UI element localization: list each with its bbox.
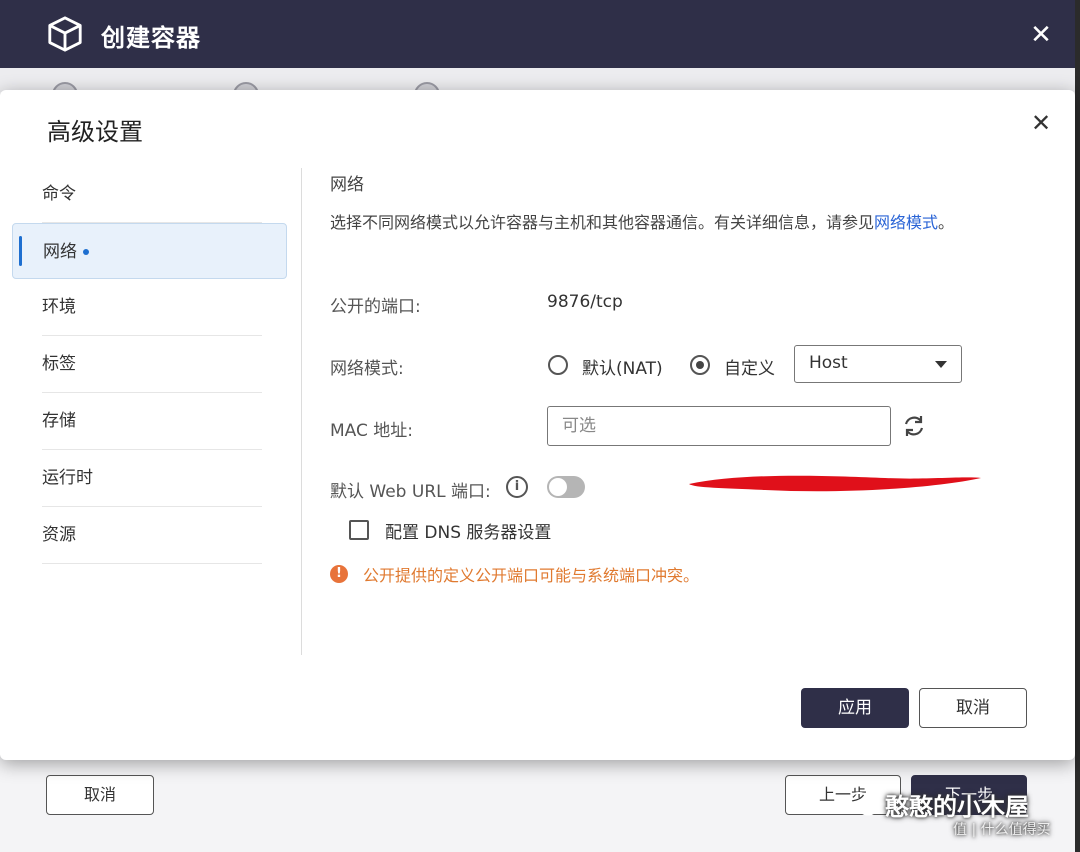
- wechat-icon: [847, 792, 878, 816]
- sidebar-item-label: 环境: [42, 297, 76, 317]
- window-header: 创建容器 ✕: [0, 0, 1075, 68]
- modified-dot-icon: [83, 249, 89, 255]
- outer-cancel-button[interactable]: 取消: [46, 775, 154, 815]
- warning-text: 公开提供的定义公开端口可能与系统端口冲突。: [363, 566, 700, 585]
- sidebar-item-resources[interactable]: 资源: [42, 507, 262, 564]
- network-mode-label: 网络模式:: [330, 359, 404, 379]
- mac-address-input[interactable]: [547, 406, 891, 446]
- public-port-value: 9876/tcp: [547, 292, 623, 312]
- refresh-icon[interactable]: [900, 412, 928, 440]
- modal-close-icon[interactable]: ✕: [1026, 108, 1056, 138]
- public-port-label: 公开的端口:: [330, 297, 421, 317]
- network-mode-link[interactable]: 网络模式: [874, 213, 938, 232]
- advanced-settings-modal: 高级设置 ✕ 命令 网络 环境 标签 存储 运行时 资源 网络 选择不同网络模式…: [0, 90, 1075, 760]
- sidebar-item-label: 运行时: [42, 468, 93, 488]
- mac-address-label: MAC 地址:: [330, 421, 413, 441]
- sidebar-item-network[interactable]: 网络: [12, 223, 287, 279]
- description-end: 。: [938, 213, 955, 232]
- info-icon[interactable]: i: [506, 476, 528, 498]
- red-underline-annotation: [689, 475, 981, 492]
- window-close-icon[interactable]: ✕: [1026, 20, 1056, 50]
- network-description: 选择不同网络模式以允许容器与主机和其他容器通信。有关详细信息，请参见网络模式。: [330, 208, 1020, 238]
- description-text: 选择不同网络模式以允许容器与主机和其他容器通信。有关详细信息，请参见: [330, 213, 875, 232]
- sidebar-item-label: 命令: [42, 184, 76, 204]
- sidebar-item-environment[interactable]: 环境: [42, 279, 262, 336]
- background-strip: [1075, 0, 1080, 852]
- dns-settings-label: 配置 DNS 服务器设置: [385, 523, 552, 543]
- warning-icon: !: [330, 565, 348, 583]
- sidebar-item-label: 资源: [42, 525, 76, 545]
- cube-icon: [48, 16, 82, 52]
- web-url-port-label: 默认 Web URL 端口:: [330, 482, 491, 502]
- mode-custom-label: 自定义: [724, 359, 775, 379]
- network-mode-select[interactable]: Host: [794, 345, 962, 383]
- watermark: 憨憨的小木屋 值 | 什么值得买: [845, 785, 1075, 838]
- chevron-down-icon: [935, 361, 947, 368]
- mode-default-radio[interactable]: [548, 355, 568, 375]
- watermark-subtext: 值 | 什么值得买: [953, 822, 1051, 838]
- web-url-port-toggle[interactable]: [547, 476, 585, 498]
- watermark-text: 憨憨的小木屋: [885, 793, 1029, 821]
- select-value: Host: [809, 353, 848, 373]
- window-title: 创建容器: [101, 24, 201, 52]
- dns-settings-checkbox[interactable]: [349, 520, 369, 540]
- stepper-bar: [0, 68, 1075, 92]
- cancel-button[interactable]: 取消: [919, 688, 1027, 728]
- settings-sidebar: 命令 网络 环境 标签 存储 运行时 资源: [12, 166, 288, 564]
- mode-default-label: 默认(NAT): [582, 359, 663, 379]
- sidebar-item-labels[interactable]: 标签: [42, 336, 262, 393]
- sidebar-item-label: 存储: [42, 411, 76, 431]
- apply-button[interactable]: 应用: [801, 688, 909, 728]
- section-title: 网络: [330, 175, 364, 195]
- mode-custom-radio[interactable]: [690, 355, 710, 375]
- sidebar-item-label: 网络: [43, 242, 77, 262]
- sidebar-item-label: 标签: [42, 354, 76, 374]
- modal-title: 高级设置: [47, 118, 143, 146]
- sidebar-item-command[interactable]: 命令: [42, 166, 262, 223]
- panel-divider: [301, 168, 302, 655]
- sidebar-item-runtime[interactable]: 运行时: [42, 450, 262, 507]
- sidebar-item-storage[interactable]: 存储: [42, 393, 262, 450]
